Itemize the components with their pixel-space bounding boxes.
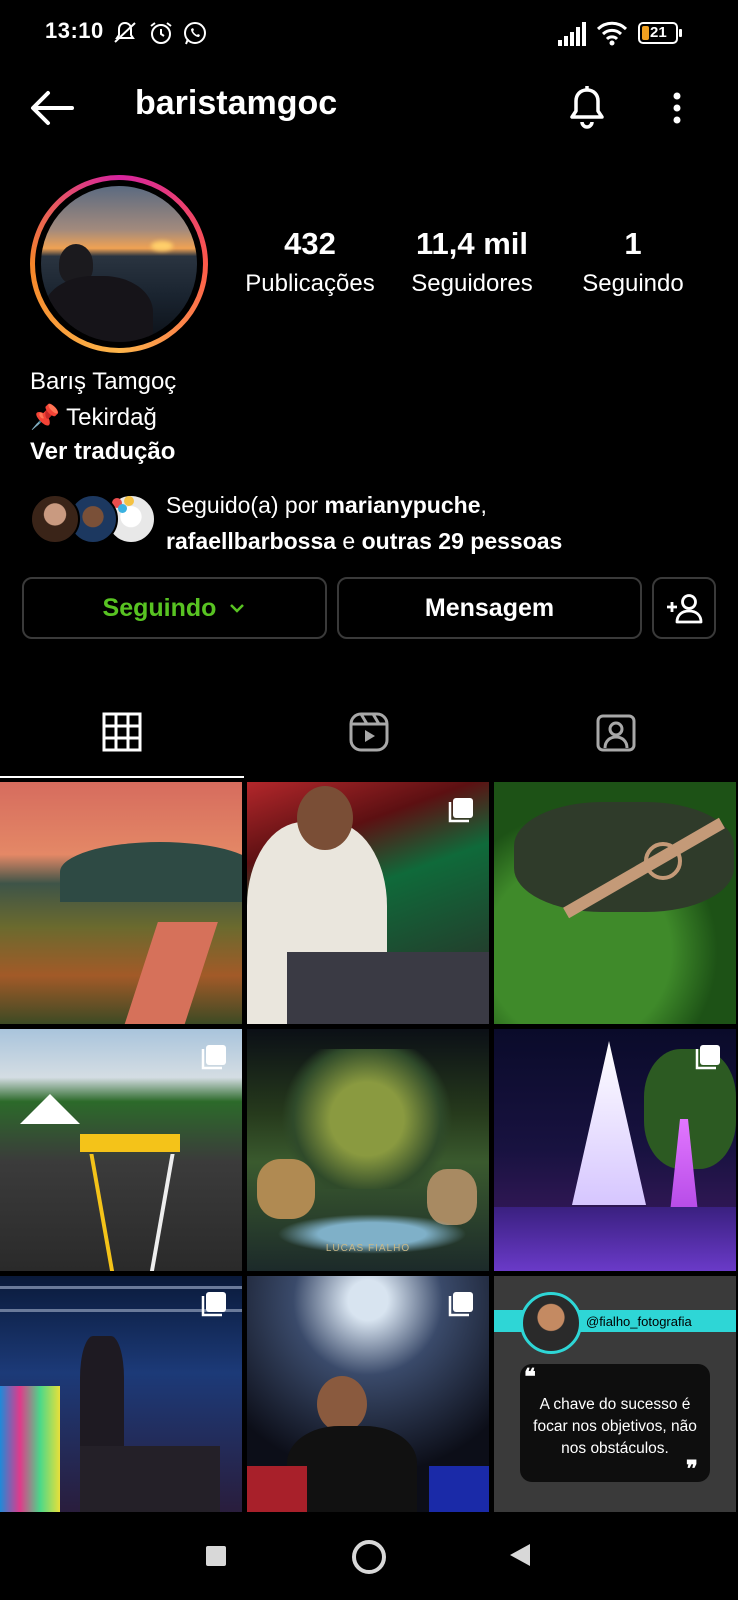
- post-thumbnail[interactable]: [0, 1029, 242, 1271]
- multiple-photos-icon: [695, 1045, 720, 1070]
- photo-watermark: LUCAS FIALHO: [325, 1243, 411, 1254]
- status-time: 13:10: [45, 18, 104, 43]
- home-icon[interactable]: [352, 1540, 386, 1574]
- followed-by-user-2[interactable]: rafaellbarbossa: [166, 528, 336, 554]
- post-thumbnail[interactable]: [247, 782, 489, 1024]
- stat-followers[interactable]: 11,4 mil Seguidores: [392, 226, 552, 298]
- profile-location: 📌 Tekirdağ: [30, 403, 157, 432]
- multiple-photos-icon: [448, 1292, 473, 1317]
- stat-following-value: 1: [624, 226, 642, 261]
- followed-by-user-1[interactable]: marianypuche: [325, 492, 481, 518]
- location-text: Tekirdağ: [66, 404, 157, 431]
- following-button[interactable]: Seguindo: [22, 577, 327, 639]
- stat-followers-label: Seguidores: [411, 270, 533, 297]
- avatar-photo: [41, 186, 197, 342]
- post-thumbnail[interactable]: LUCAS FIALHO: [247, 1029, 489, 1271]
- pin-icon: 📌: [30, 404, 60, 431]
- post-thumbnail[interactable]: @fialho_fotografia ❝ A chave do sucesso …: [494, 1276, 736, 1518]
- stat-posts[interactable]: 432 Publicações: [230, 226, 390, 298]
- system-nav-bar: [0, 1512, 738, 1600]
- system-back-icon[interactable]: [508, 1542, 532, 1568]
- multiple-photos-icon: [448, 798, 473, 823]
- multiple-photos-icon: [201, 1292, 226, 1317]
- back-arrow-icon[interactable]: [28, 88, 76, 128]
- followed-by-prefix: Seguido(a) por: [166, 492, 325, 518]
- post-thumbnail[interactable]: [494, 1029, 736, 1271]
- signal-icon: [558, 22, 586, 46]
- multiple-photos-icon: [201, 1045, 226, 1070]
- followed-by-separator: ,: [480, 492, 487, 518]
- battery-icon: 21: [638, 22, 682, 44]
- notifications-muted-icon: [114, 21, 136, 43]
- active-tab-indicator: [0, 776, 244, 778]
- profile-full-name: Barış Tamgoç: [30, 368, 177, 395]
- post-thumbnail[interactable]: [0, 782, 242, 1024]
- recent-apps-icon[interactable]: [206, 1546, 226, 1566]
- stat-posts-label: Publicações: [245, 270, 375, 297]
- alarm-icon: [150, 22, 172, 44]
- message-button-label: Mensagem: [424, 593, 555, 622]
- tab-reels-icon[interactable]: [347, 710, 391, 754]
- following-button-label: Seguindo: [102, 593, 217, 622]
- stat-following-label: Seguindo: [582, 270, 684, 297]
- post-thumbnail[interactable]: [494, 782, 736, 1024]
- whatsapp-icon: [184, 22, 206, 45]
- profile-avatar[interactable]: [30, 175, 208, 353]
- add-person-icon: [667, 594, 703, 624]
- followed-by-conjunction: e: [336, 528, 362, 554]
- stat-following[interactable]: 1 Seguindo: [553, 226, 713, 298]
- followed-by-text[interactable]: Seguido(a) por marianypuche, rafaellbarbo…: [166, 487, 726, 559]
- tab-grid-icon[interactable]: [100, 710, 144, 754]
- chevron-down-icon: [230, 604, 245, 613]
- translate-link[interactable]: Ver tradução: [30, 438, 175, 466]
- quote-text: A chave do sucesso é focar nos objetivos…: [533, 1396, 697, 1457]
- quote-handle: @fialho_fotografia: [586, 1314, 692, 1329]
- wifi-icon: [596, 21, 628, 46]
- follower-avatar-1[interactable]: [30, 494, 80, 544]
- battery-level: 21: [650, 24, 667, 41]
- profile-username: baristamgoc: [135, 84, 338, 122]
- notifications-bell-icon[interactable]: [565, 84, 609, 130]
- stat-followers-value: 11,4 mil: [415, 226, 529, 261]
- tab-tagged-icon[interactable]: [594, 710, 638, 754]
- suggest-people-button[interactable]: [652, 577, 716, 639]
- stat-posts-value: 432: [284, 226, 336, 261]
- followed-by-others[interactable]: outras 29 pessoas: [362, 528, 563, 554]
- more-options-icon[interactable]: [662, 88, 692, 128]
- message-button[interactable]: Mensagem: [337, 577, 642, 639]
- post-thumbnail[interactable]: [0, 1276, 242, 1518]
- post-thumbnail[interactable]: [247, 1276, 489, 1518]
